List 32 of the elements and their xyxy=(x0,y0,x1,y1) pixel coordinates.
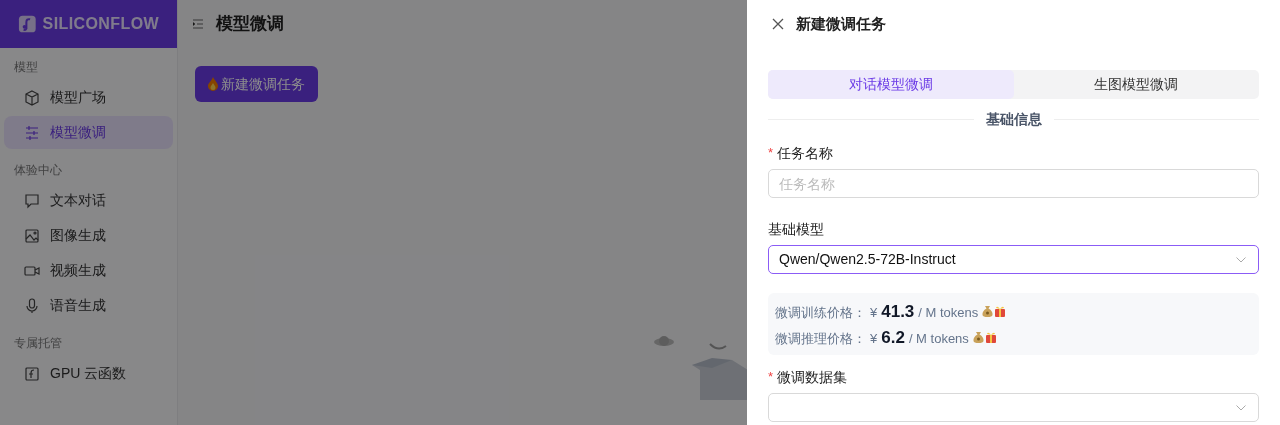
sidebar-item[interactable]: 视频生成 xyxy=(4,254,173,287)
group-heading: 体验中心 xyxy=(13,162,63,179)
sidebar-item[interactable]: 文本对话 xyxy=(4,184,173,217)
required-asterisk: * xyxy=(768,368,774,387)
currency-sign: ¥ xyxy=(870,304,878,322)
brand-name: SILICONFLOW xyxy=(42,14,159,34)
group-heading: 专属托管 xyxy=(13,335,63,352)
section-heading: 基础信息 xyxy=(985,110,1042,129)
drawer-title: 新建微调任务 xyxy=(796,13,886,34)
price-label: 微调训练价格： xyxy=(775,304,866,322)
sidebar-item[interactable]: 模型微调 xyxy=(4,116,173,149)
tab[interactable]: 对话模型微调 xyxy=(768,70,1014,99)
price-label: 微调推理价格： xyxy=(775,330,866,348)
select-field[interactable]: Qwen/Qwen2.5-72B-Instruct xyxy=(768,245,1259,274)
field-label: 微调数据集 xyxy=(777,367,848,387)
field-label: 基础模型 xyxy=(768,219,824,239)
price-amount: 41.3 xyxy=(881,301,915,323)
group-heading: 模型 xyxy=(13,59,39,76)
price-unit: / M tokens xyxy=(918,304,979,322)
sidebar-item[interactable]: 图像生成 xyxy=(4,219,173,252)
sidebar-item[interactable]: 模型广场 xyxy=(4,81,173,114)
currency-sign: ¥ xyxy=(870,330,878,348)
tab[interactable]: 生图模型微调 xyxy=(1013,70,1259,99)
required-asterisk: * xyxy=(768,144,774,163)
field-label: 任务名称 xyxy=(777,143,834,163)
text-input-field[interactable]: 任务名称 xyxy=(768,169,1259,198)
price-amount: 6.2 xyxy=(881,327,905,349)
new-task-button[interactable]: 新建微调任务 xyxy=(195,66,318,102)
sidebar-item[interactable]: GPU 云函数 xyxy=(4,357,173,390)
sidebar-item[interactable]: 语音生成 xyxy=(4,289,173,322)
page-title: 模型微调 xyxy=(216,13,284,36)
price-unit: / M tokens xyxy=(908,330,969,348)
